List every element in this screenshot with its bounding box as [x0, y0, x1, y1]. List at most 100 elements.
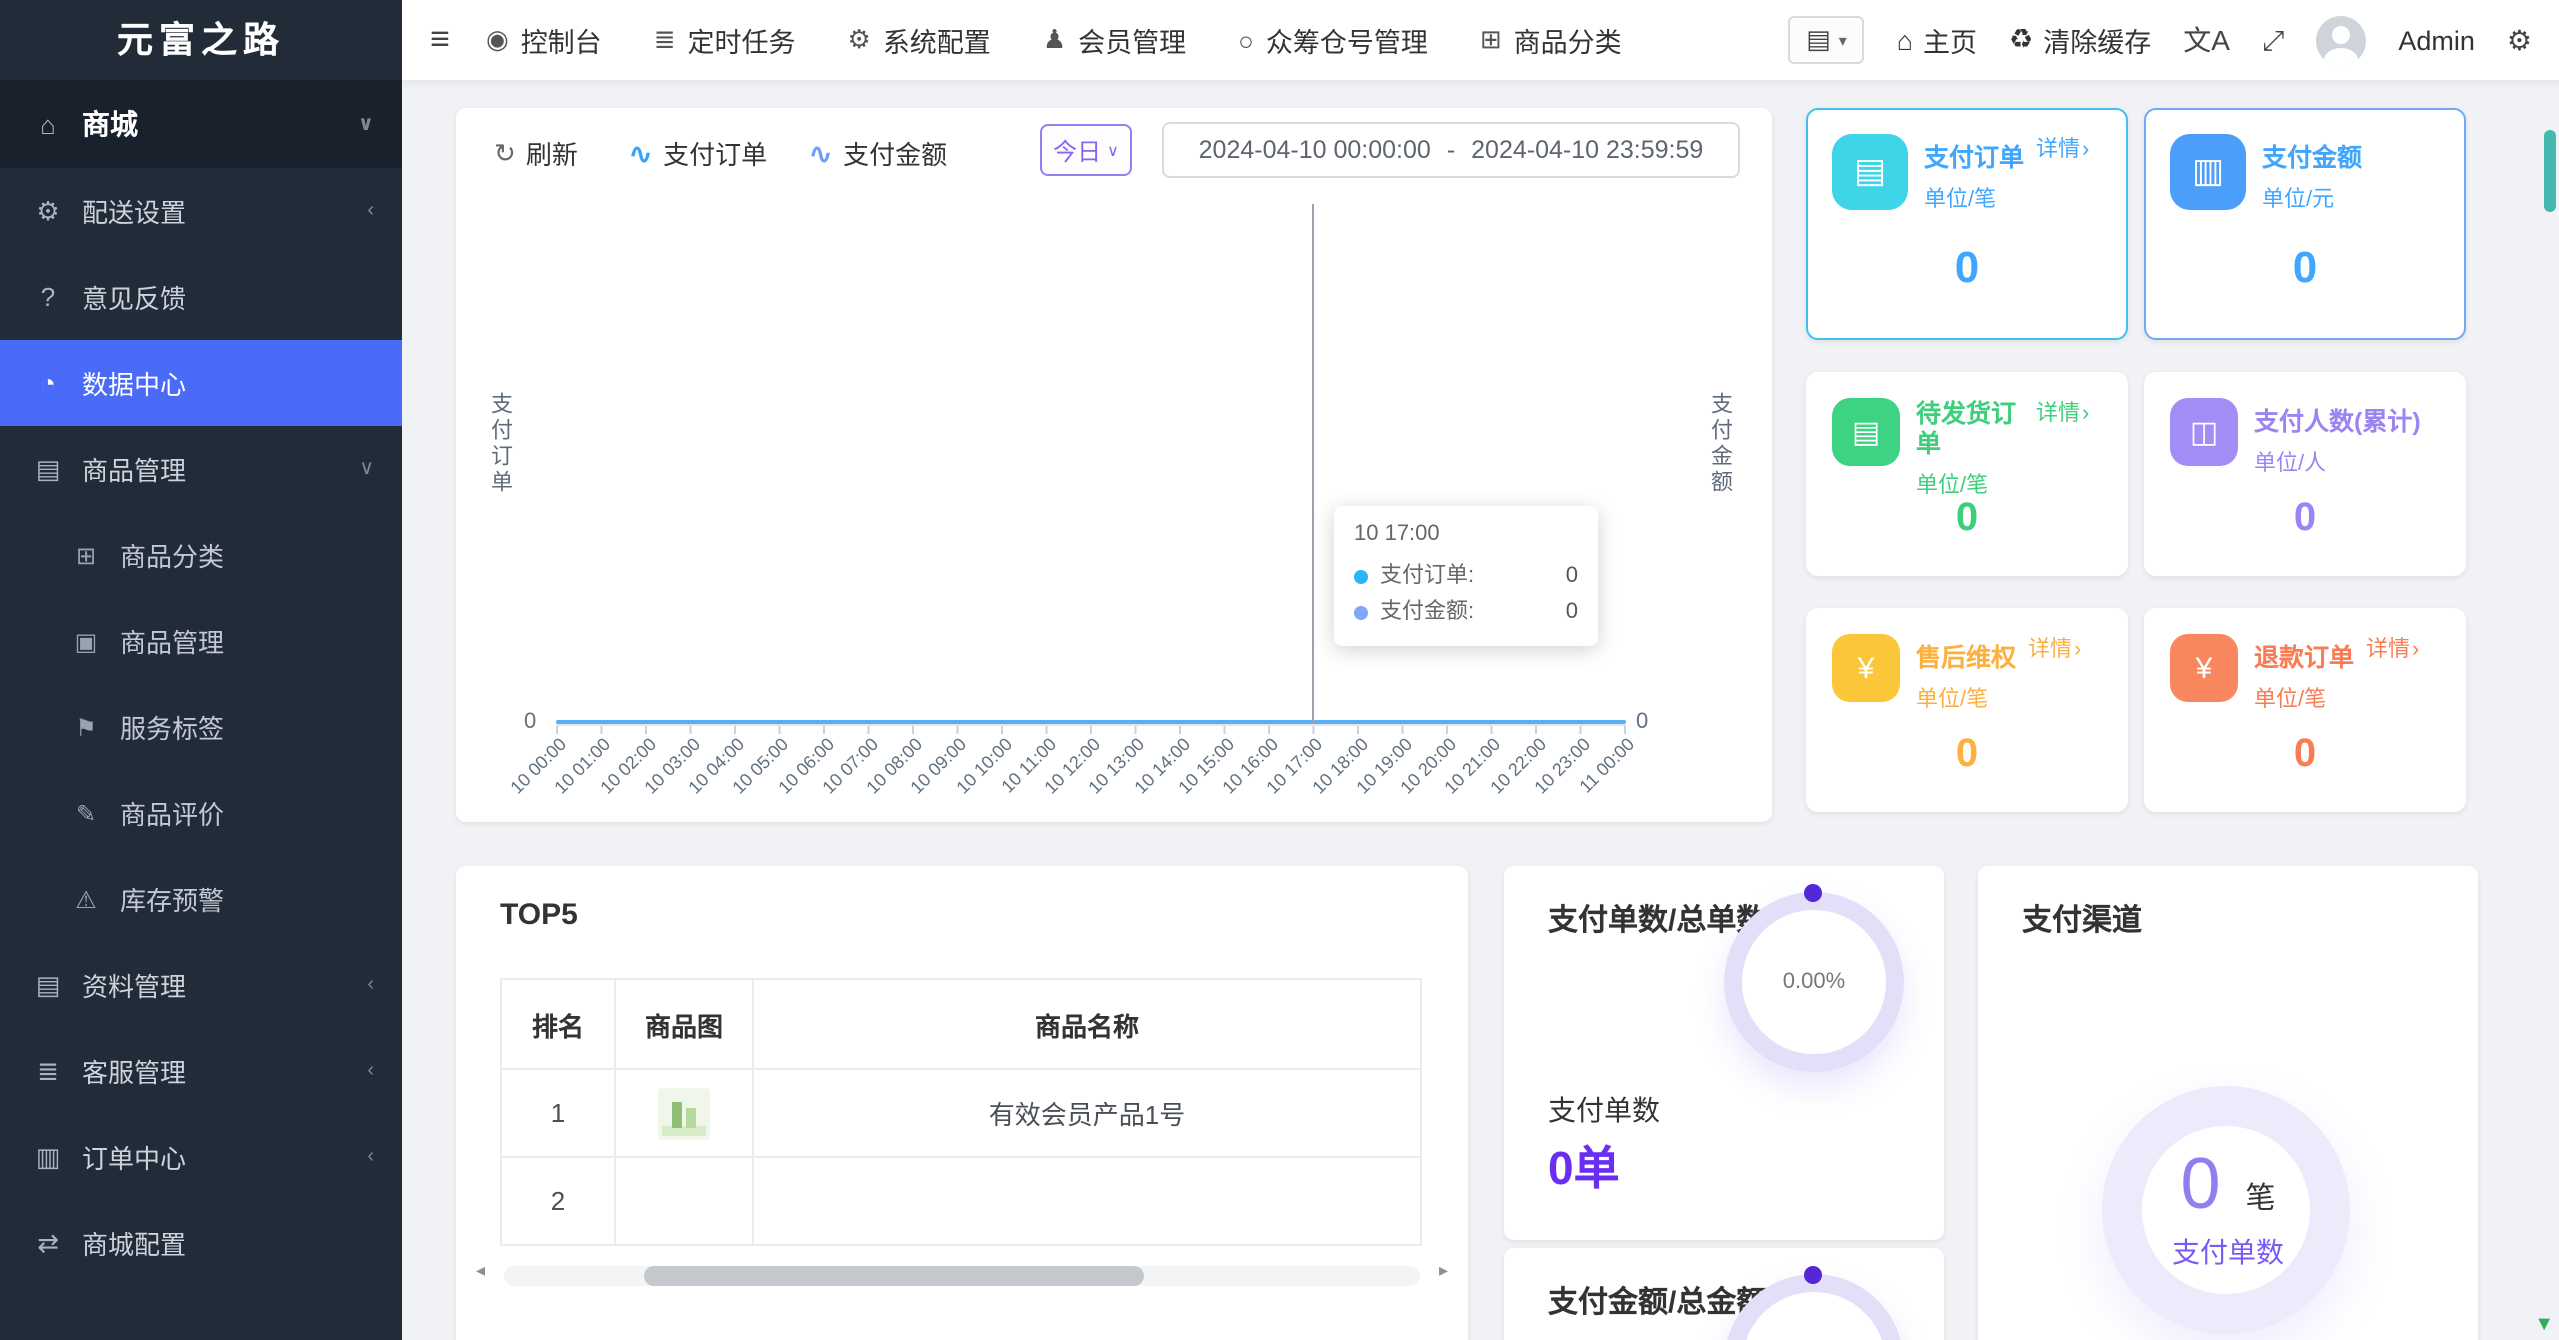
- trend-chart-card: ↻ 刷新 ∿ 支付订单 ∿ 支付金额 今日 ∨ 2024-04-10 00:00…: [456, 108, 1772, 822]
- sidebar-subitem-product-reviews[interactable]: ✎ 商品评价: [0, 770, 402, 856]
- chevron-left-icon: ‹: [367, 974, 374, 996]
- sidebar-item-data-center[interactable]: ◔ 数据中心: [0, 340, 402, 426]
- product-thumbnail: [658, 1087, 710, 1139]
- sidebar-item-data-management[interactable]: ▤ 资料管理 ‹: [0, 942, 402, 1028]
- sidebar-item-delivery-settings[interactable]: ⚙ 配送设置 ‹: [0, 168, 402, 254]
- scrollbar-thumb[interactable]: [644, 1266, 1144, 1286]
- date-end: 2024-04-10 23:59:59: [1471, 136, 1704, 164]
- cell-image: [614, 1156, 754, 1246]
- menu-dropdown-button[interactable]: ▤ ▾: [1788, 16, 1865, 64]
- home-icon: ⌂: [1896, 25, 1914, 55]
- stat-value: 0: [2293, 732, 2317, 776]
- chevron-right-icon: ›: [2074, 638, 2082, 662]
- avatar[interactable]: [2316, 15, 2367, 65]
- stat-unit: 单位/笔: [2254, 688, 2327, 712]
- chevron-left-icon: ‹: [367, 1060, 374, 1082]
- refresh-icon: ↻: [494, 137, 516, 167]
- nav-console[interactable]: ◉ 控制台: [486, 20, 602, 60]
- date-range-input[interactable]: 2024-04-10 00:00:00 - 2024-04-10 23:59:5…: [1162, 122, 1740, 178]
- pay-channel-title: 支付渠道: [2022, 904, 2143, 938]
- pay-channel-unit: 笔: [2245, 1182, 2276, 1216]
- sidebar-item-mall[interactable]: ⌂ 商城 ∨: [0, 80, 402, 168]
- chevron-left-icon: ‹: [367, 1146, 374, 1168]
- scroll-left-icon[interactable]: ◂: [476, 1260, 485, 1282]
- range-select[interactable]: 今日 ∨: [1040, 124, 1132, 176]
- series-line: [556, 720, 1626, 724]
- pay-channel-value: 0: [2180, 1142, 2221, 1224]
- tag-icon: ⚑: [75, 713, 97, 741]
- sidebar-subitem-service-tags[interactable]: ⚑ 服务标签: [0, 684, 402, 770]
- nav-crowdfunding-management[interactable]: ○ 众筹仓号管理: [1238, 20, 1428, 60]
- stat-title: 支付金额: [2262, 144, 2363, 172]
- app-logo: 元富之路: [117, 20, 285, 60]
- sidebar-subitem-stock-alert[interactable]: ⚠ 库存预警: [0, 856, 402, 942]
- settings-button[interactable]: ⚙: [2507, 23, 2532, 57]
- sidebar-subitem-product-category[interactable]: ⊞ 商品分类: [0, 512, 402, 598]
- col-rank: 排名: [500, 978, 616, 1070]
- cell-rank: 2: [500, 1156, 616, 1246]
- pay-channel-label: 支付单数: [2172, 1236, 2284, 1268]
- stat-title: 售后维权: [1916, 644, 2017, 672]
- briefcase-icon: ▣: [74, 627, 98, 655]
- stat-card-pay-orders: ▤ 支付订单 详情 › 单位/笔 0: [1806, 108, 2128, 340]
- y-axis-label-left: 支付订单: [488, 392, 512, 496]
- detail-link[interactable]: 详情 ›: [2036, 136, 2089, 166]
- nav-scheduled-tasks[interactable]: ≣ 定时任务: [654, 20, 796, 60]
- nav-product-category[interactable]: ⊞ 商品分类: [1480, 20, 1622, 60]
- sidebar-toggle-button[interactable]: ≡: [402, 20, 478, 60]
- legend-pay-orders[interactable]: ∿ 支付订单: [628, 134, 767, 172]
- legend-pay-amount[interactable]: ∿ 支付金额: [808, 134, 947, 172]
- sidebar-item-product-management[interactable]: ▤ 商品管理 ∨: [0, 426, 402, 512]
- detail-link[interactable]: 详情 ›: [2028, 636, 2081, 666]
- horizontal-scrollbar[interactable]: [504, 1266, 1420, 1286]
- username[interactable]: Admin: [2398, 25, 2475, 55]
- document-icon: ▤: [1832, 134, 1908, 210]
- scroll-down-icon[interactable]: ▼: [2534, 1314, 2554, 1336]
- caret-down-icon: ∨: [1107, 141, 1119, 159]
- menu-icon: ▤: [1806, 24, 1831, 54]
- nav-member-management[interactable]: ♟ 会员管理: [1043, 20, 1186, 60]
- hover-marker-line: [1312, 204, 1314, 724]
- table-header-row: 排名 商品图 商品名称: [500, 978, 1422, 1070]
- translate-button[interactable]: 文A: [2183, 20, 2230, 60]
- topbar-right: ▤ ▾ ⌂ 主页 ♻ 清除缓存 文A ⤢ Admin ⚙: [1788, 15, 2559, 65]
- tooltip-row: 支付订单: 0: [1354, 558, 1578, 594]
- tooltip-title: 10 17:00: [1354, 522, 1440, 546]
- vertical-scrollbar-thumb[interactable]: [2544, 130, 2556, 212]
- stat-unit: 单位/元: [2262, 188, 2335, 212]
- tooltip-row: 支付金额: 0: [1354, 594, 1578, 630]
- stat-card-refund-orders: ¥ 退款订单 详情 › 单位/笔 0: [2144, 608, 2466, 812]
- sitemap-icon: ⊞: [1479, 24, 1502, 54]
- stat-value: 0: [1954, 242, 1980, 292]
- sidebar-item-feedback[interactable]: ? 意见反馈: [0, 254, 402, 340]
- top5-title: TOP5: [500, 898, 578, 932]
- pay-count-label: 支付单数: [1548, 1094, 1660, 1126]
- y-axis-zero-right: 0: [1636, 710, 1649, 734]
- trash-icon: ♻: [2009, 24, 2034, 54]
- gear-icon: ⚙: [847, 24, 871, 54]
- col-image: 商品图: [614, 978, 754, 1070]
- stat-card-pending-shipment: ▤ 待发货订单 详情 › 单位/笔 0: [1806, 372, 2128, 576]
- stat-title: 支付人数(累计): [2254, 408, 2421, 436]
- bar-chart-icon: ◫: [2170, 398, 2238, 466]
- clear-cache-button[interactable]: ♻ 清除缓存: [2009, 20, 2151, 60]
- cell-name: 有效会员产品1号: [752, 1068, 1422, 1158]
- sidebar-menu: ⌂ 商城 ∨ ⚙ 配送设置 ‹ ? 意见反馈 ◔ 数据中心 ▤ 商品管理 ∨ ⊞…: [0, 80, 402, 1286]
- nav-system-config[interactable]: ⚙ 系统配置: [848, 20, 991, 60]
- detail-link[interactable]: 详情 ›: [2036, 400, 2089, 430]
- sidebar-item-order-center[interactable]: ▥ 订单中心 ‹: [0, 1114, 402, 1200]
- series-dot-icon: [1354, 569, 1368, 583]
- refresh-button[interactable]: ↻ 刷新: [494, 134, 578, 172]
- sidebar-item-mall-config[interactable]: ⇄ 商城配置: [0, 1200, 402, 1286]
- stat-title: 退款订单: [2254, 644, 2355, 672]
- main-content: ↻ 刷新 ∿ 支付订单 ∿ 支付金额 今日 ∨ 2024-04-10 00:00…: [402, 80, 2559, 1340]
- detail-link[interactable]: 详情 ›: [2366, 636, 2419, 666]
- sidebar-item-customer-service[interactable]: ≣ 客服管理 ‹: [0, 1028, 402, 1114]
- warning-icon: ⚠: [75, 885, 97, 913]
- coin-yen-icon: ¥: [2170, 634, 2238, 702]
- fullscreen-button[interactable]: ⤢: [2262, 23, 2284, 57]
- home-button[interactable]: ⌂ 主页: [1897, 20, 1977, 60]
- archive-icon: ▤: [35, 453, 61, 483]
- scroll-right-icon[interactable]: ▸: [1439, 1260, 1448, 1282]
- sidebar-subitem-product-management[interactable]: ▣ 商品管理: [0, 598, 402, 684]
